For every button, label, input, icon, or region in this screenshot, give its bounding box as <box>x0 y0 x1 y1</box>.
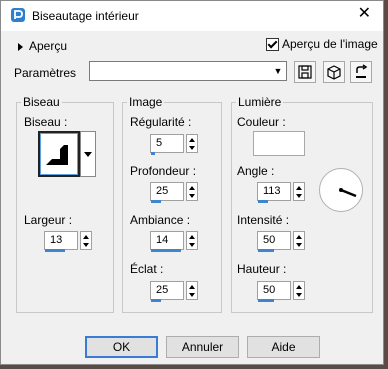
group-lumiere-title: Lumière <box>236 95 284 109</box>
regularity-spinner[interactable]: 5 <box>150 134 200 155</box>
regularity-stepper[interactable] <box>186 134 198 153</box>
shape-label: Biseau : <box>24 115 68 129</box>
up-arrow-icon[interactable] <box>296 285 302 289</box>
height-slider-bar[interactable] <box>258 299 274 302</box>
up-arrow-icon[interactable] <box>189 138 195 142</box>
angle-dial-needle-icon <box>339 188 357 198</box>
shine-spinner[interactable]: 25 <box>150 281 200 302</box>
intensity-input[interactable]: 50 <box>257 231 291 250</box>
depth-slider-bar[interactable] <box>151 200 161 203</box>
intensity-label: Intensité : <box>237 213 290 227</box>
preview-label: Aperçu <box>29 39 68 53</box>
height-spinner[interactable]: 50 <box>257 281 307 302</box>
save-preset-button[interactable] <box>294 61 316 83</box>
ok-button[interactable]: OK <box>85 336 158 358</box>
bevel-shape-preview[interactable] <box>38 131 80 177</box>
down-arrow-icon[interactable] <box>189 293 195 297</box>
preview-image-label: Aperçu de l'image <box>282 37 378 51</box>
intensity-spinner[interactable]: 50 <box>257 231 307 252</box>
ambience-slider-bar[interactable] <box>151 249 181 252</box>
expand-arrow-icon <box>18 42 23 51</box>
depth-spinner[interactable]: 25 <box>150 182 200 203</box>
up-arrow-icon[interactable] <box>189 285 195 289</box>
depth-label: Profondeur : <box>130 164 197 178</box>
dialog-window: Biseautage intérieur ✕ Aperçu Aperçu de … <box>0 0 384 365</box>
shine-label: Éclat : <box>130 262 164 276</box>
down-arrow-icon[interactable] <box>189 194 195 198</box>
help-button[interactable]: Aide <box>247 336 320 358</box>
shine-slider-bar[interactable] <box>151 299 161 302</box>
shine-input[interactable]: 25 <box>150 281 184 300</box>
cancel-button[interactable]: Annuler <box>166 336 239 358</box>
intensity-stepper[interactable] <box>293 231 305 250</box>
shine-stepper[interactable] <box>186 281 198 300</box>
down-arrow-icon[interactable] <box>189 146 195 150</box>
angle-dial[interactable] <box>319 168 363 212</box>
regularity-input[interactable]: 5 <box>150 134 184 153</box>
group-image-title: Image <box>127 95 165 109</box>
chevron-down-icon[interactable]: ▼ <box>270 62 286 80</box>
reset-button[interactable] <box>350 61 372 83</box>
width-spinner[interactable]: 13 <box>44 231 94 252</box>
randomize-button[interactable] <box>323 61 345 83</box>
ambience-spinner[interactable]: 14 <box>150 231 200 252</box>
close-icon[interactable]: ✕ <box>358 6 371 22</box>
up-arrow-icon[interactable] <box>189 235 195 239</box>
up-arrow-icon[interactable] <box>296 186 302 190</box>
up-arrow-icon[interactable] <box>83 235 89 239</box>
width-label: Largeur : <box>24 213 73 227</box>
window-title: Biseautage intérieur <box>32 9 139 23</box>
angle-label: Angle : <box>237 164 275 178</box>
depth-stepper[interactable] <box>186 182 198 201</box>
regularity-slider-bar[interactable] <box>151 152 155 155</box>
preview-image-toggle[interactable]: Aperçu de l'image <box>266 37 378 52</box>
down-arrow-icon[interactable] <box>296 194 302 198</box>
dice-icon <box>327 65 341 80</box>
regularity-label: Régularité : <box>130 115 192 129</box>
down-arrow-icon[interactable] <box>296 293 302 297</box>
down-arrow-icon[interactable] <box>296 243 302 247</box>
angle-slider-bar[interactable] <box>258 200 268 203</box>
presets-select[interactable]: ▼ <box>89 61 287 81</box>
ambience-label: Ambiance : <box>130 213 191 227</box>
width-slider-bar[interactable] <box>45 249 65 252</box>
light-color-swatch[interactable] <box>253 131 305 156</box>
ambience-input[interactable]: 14 <box>150 231 184 250</box>
reset-arrow-icon <box>356 64 368 78</box>
app-icon <box>11 8 25 22</box>
height-label: Hauteur : <box>237 262 287 276</box>
color-label: Couleur : <box>237 115 286 129</box>
preview-expander[interactable]: Aperçu <box>18 39 67 53</box>
up-arrow-icon[interactable] <box>189 186 195 190</box>
width-stepper[interactable] <box>80 231 92 250</box>
bevel-shape-dropdown[interactable] <box>80 131 96 177</box>
height-stepper[interactable] <box>293 281 305 300</box>
up-arrow-icon[interactable] <box>296 235 302 239</box>
intensity-slider-bar[interactable] <box>258 249 274 252</box>
width-input[interactable]: 13 <box>44 231 78 250</box>
title-bar: Biseautage intérieur ✕ <box>1 1 383 31</box>
angle-spinner[interactable]: 113 <box>257 182 307 203</box>
angle-input[interactable]: 113 <box>257 182 291 201</box>
ambience-stepper[interactable] <box>186 231 198 250</box>
angle-stepper[interactable] <box>293 182 305 201</box>
bevel-shape-icon <box>46 145 68 165</box>
down-arrow-icon[interactable] <box>189 243 195 247</box>
height-input[interactable]: 50 <box>257 281 291 300</box>
preview-image-checkbox[interactable] <box>266 38 279 52</box>
down-arrow-icon[interactable] <box>83 243 89 247</box>
presets-label: Paramètres <box>14 66 77 80</box>
group-biseau-title: Biseau <box>21 95 62 109</box>
floppy-disk-icon <box>298 65 312 79</box>
depth-input[interactable]: 25 <box>150 182 184 201</box>
